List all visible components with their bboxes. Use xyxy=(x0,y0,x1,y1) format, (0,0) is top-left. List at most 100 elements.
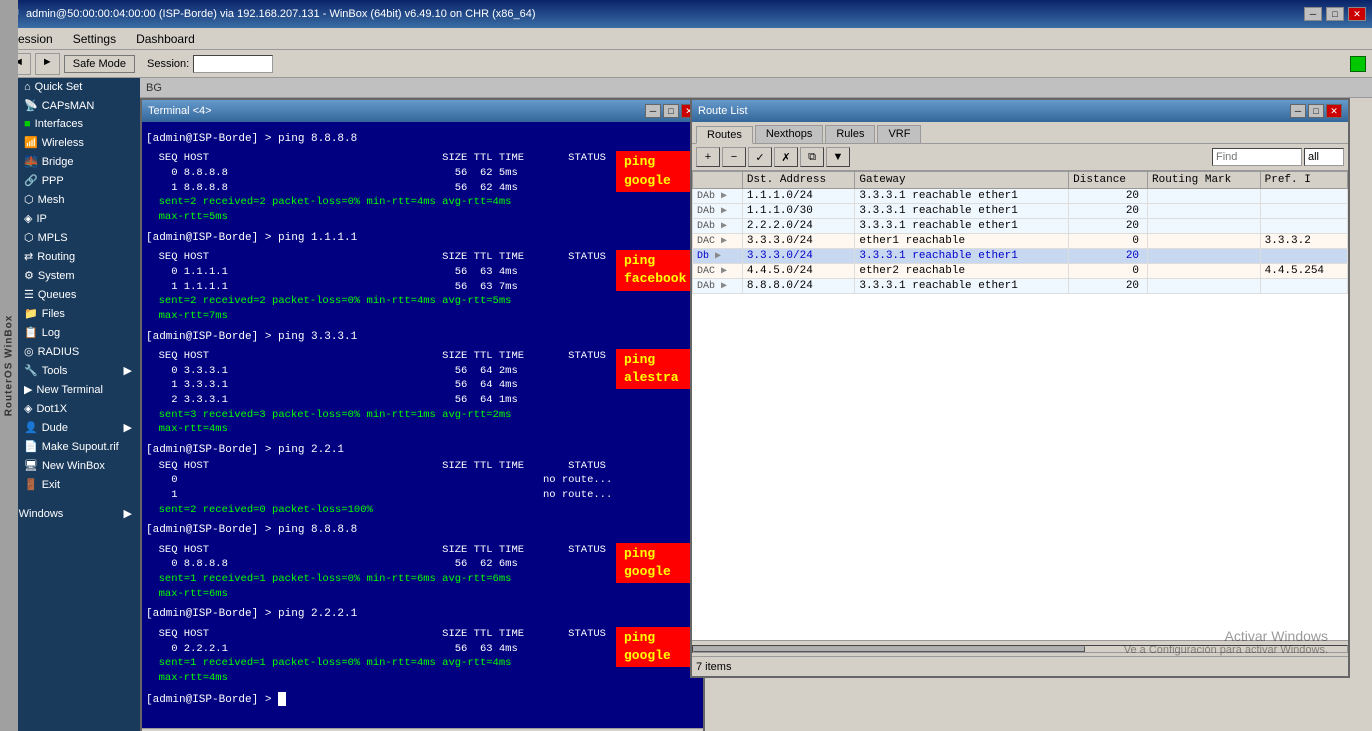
add-route-button[interactable]: + xyxy=(696,147,720,167)
route-close[interactable]: ✕ xyxy=(1326,104,1342,118)
col-routing-mark[interactable]: Routing Mark xyxy=(1148,172,1261,189)
sidebar-item-log[interactable]: 📋 Log xyxy=(0,323,140,342)
ping-cmd-4: [admin@ISP-Borde] > ping 2.2.1 xyxy=(146,443,699,458)
route-minimize[interactable]: ─ xyxy=(1290,104,1306,118)
ping-header-3: SEQ HOST SIZE TTL TIME STATUS xyxy=(146,349,606,364)
forward-button[interactable]: ► xyxy=(35,53,60,75)
ping-data-2a: 0 1.1.1.1 56 63 4ms xyxy=(146,265,606,280)
sidebar-item-system[interactable]: ⚙ System xyxy=(0,266,140,285)
cell-distance: 20 xyxy=(1069,219,1148,234)
sidebar-item-windows[interactable]: ■ Windows ▶ xyxy=(0,504,140,523)
winbox-icon: 🖥 xyxy=(24,459,38,472)
sidebar-item-routing[interactable]: ⇄ Routing xyxy=(0,247,140,266)
sidebar-item-mpls[interactable]: ⬡ MPLS xyxy=(0,228,140,247)
col-gateway[interactable]: Gateway xyxy=(855,172,1069,189)
sidebar-item-files[interactable]: 📁 Files xyxy=(0,304,140,323)
disable-route-button[interactable]: ✗ xyxy=(774,147,798,167)
supout-icon: 📄 xyxy=(24,440,38,453)
col-dst-address[interactable]: Dst. Address xyxy=(742,172,855,189)
close-button[interactable]: ✕ xyxy=(1348,7,1366,21)
ping-data-1b: 1 8.8.8.8 56 62 4ms xyxy=(146,181,606,196)
filter-button[interactable]: ▼ xyxy=(826,147,850,167)
col-distance[interactable]: Distance xyxy=(1069,172,1148,189)
sidebar-item-interfaces[interactable]: ■ Interfaces xyxy=(0,115,140,133)
sidebar-label-wireless: Wireless xyxy=(42,137,84,149)
terminal-minimize[interactable]: ─ xyxy=(645,104,661,118)
copy-route-button[interactable]: ⧉ xyxy=(800,147,824,167)
table-row[interactable]: DAb ▶ 2.2.2.0/24 3.3.3.1 reachable ether… xyxy=(693,219,1348,234)
dude-expand-icon: ▶ xyxy=(124,421,132,434)
maximize-button[interactable]: □ xyxy=(1326,7,1344,21)
table-row[interactable]: DAb ▶ 1.1.1.0/30 3.3.3.1 reachable ether… xyxy=(693,204,1348,219)
sidebar-item-bridge[interactable]: 🌉 Bridge xyxy=(0,152,140,171)
sidebar-item-capsman[interactable]: 📡 CAPsMAN xyxy=(0,96,140,115)
table-row[interactable]: DAb ▶ 8.8.8.0/24 3.3.3.1 reachable ether… xyxy=(693,279,1348,294)
sidebar-label-mesh: Mesh xyxy=(38,194,65,206)
sidebar-item-dot1x[interactable]: ◈ Dot1X xyxy=(0,399,140,418)
table-row[interactable]: DAC ▶ 4.4.5.0/24 ether2 reachable 0 4.4.… xyxy=(693,264,1348,279)
terminal-titlebar: Terminal <4> ─ □ ✕ xyxy=(142,100,703,122)
sidebar-item-wireless[interactable]: 📶 Wireless xyxy=(0,133,140,152)
minimize-button[interactable]: ─ xyxy=(1304,7,1322,21)
cell-flag: Db ▶ xyxy=(693,249,743,264)
enable-route-button[interactable]: ✓ xyxy=(748,147,772,167)
ping-header-4: SEQ HOST SIZE TTL TIME STATUS xyxy=(146,459,699,474)
cell-flag: DAb ▶ xyxy=(693,219,743,234)
wifi-icon: 📶 xyxy=(24,136,38,149)
ping-data-4b: 1 no route... xyxy=(146,488,699,503)
menu-dashboard[interactable]: Dashboard xyxy=(132,31,199,47)
tab-rules[interactable]: Rules xyxy=(825,125,875,143)
cursor xyxy=(278,692,286,706)
sidebar-item-radius[interactable]: ◎ RADIUS xyxy=(0,342,140,361)
cell-mark xyxy=(1148,204,1261,219)
sidebar-item-new-winbox[interactable]: 🖥 New WinBox xyxy=(0,456,140,475)
ping-stats-3a: sent=3 received=3 packet-loss=0% min-rtt… xyxy=(146,408,606,423)
ping-data-2b: 1 1.1.1.1 56 63 7ms xyxy=(146,280,606,295)
cell-mark xyxy=(1148,249,1261,264)
sidebar-label-capsman: CAPsMAN xyxy=(42,100,95,112)
terminal-content[interactable]: [admin@ISP-Borde] > ping 8.8.8.8 SEQ HOS… xyxy=(142,122,703,728)
horizontal-scrollbar[interactable] xyxy=(692,640,1348,656)
dot1x-icon: ◈ xyxy=(24,402,32,415)
sidebar-item-ip[interactable]: ◈ IP xyxy=(0,209,140,228)
ping-stats-6a: sent=1 received=1 packet-loss=0% min-rtt… xyxy=(146,656,606,671)
terminal-maximize[interactable]: □ xyxy=(663,104,679,118)
safe-mode-button[interactable]: Safe Mode xyxy=(64,55,135,73)
cell-dst: 3.3.3.0/24 xyxy=(742,234,855,249)
window-controls: ─ □ ✕ xyxy=(1304,7,1366,21)
ping-cmd-1: [admin@ISP-Borde] > ping 8.8.8.8 xyxy=(146,132,699,147)
tab-vrf[interactable]: VRF xyxy=(877,125,921,143)
sidebar-item-dude[interactable]: 👤 Dude ▶ xyxy=(0,418,140,437)
table-row[interactable]: DAb ▶ 1.1.1.0/24 3.3.3.1 reachable ether… xyxy=(693,189,1348,204)
sidebar-item-queues[interactable]: ☰ Queues xyxy=(0,285,140,304)
sidebar-item-tools[interactable]: 🔧 Tools ▶ xyxy=(0,361,140,380)
route-filter-input[interactable] xyxy=(1304,148,1344,166)
route-statusbar: 7 items xyxy=(692,656,1348,676)
sidebar-label-log: Log xyxy=(42,327,60,339)
sidebar-label-files: Files xyxy=(42,308,65,320)
session-input[interactable] xyxy=(193,55,273,73)
sidebar-label-dude: Dude xyxy=(42,422,68,434)
sidebar-item-new-terminal[interactable]: ▶ New Terminal xyxy=(0,380,140,399)
tab-routes[interactable]: Routes xyxy=(696,126,753,144)
sidebar-item-mesh[interactable]: ⬡ Mesh xyxy=(0,190,140,209)
sidebar-item-ppp[interactable]: 🔗 PPP xyxy=(0,171,140,190)
table-row[interactable]: Db ▶ 3.3.3.0/24 3.3.3.1 reachable ether1… xyxy=(693,249,1348,264)
table-row[interactable]: DAC ▶ 3.3.3.0/24 ether1 reachable 0 3.3.… xyxy=(693,234,1348,249)
sidebar-label-radius: RADIUS xyxy=(38,346,80,358)
route-maximize[interactable]: □ xyxy=(1308,104,1324,118)
sidebar-item-quickset[interactable]: ⌂ Quick Set xyxy=(0,78,140,96)
routeros-sidebar-strip: RouterOS WinBox xyxy=(0,0,18,731)
title-bar: 🖥 admin@50:00:00:04:00:00 (ISP-Borde) vi… xyxy=(0,0,1372,28)
cell-mark xyxy=(1148,189,1261,204)
menu-settings[interactable]: Settings xyxy=(69,31,120,47)
route-search-input[interactable] xyxy=(1212,148,1302,166)
remove-route-button[interactable]: − xyxy=(722,147,746,167)
col-pref[interactable]: Pref. I xyxy=(1260,172,1347,189)
sidebar-label-bridge: Bridge xyxy=(42,156,74,168)
sidebar-item-supout[interactable]: 📄 Make Supout.rif xyxy=(0,437,140,456)
radius-icon: ◎ xyxy=(24,345,34,358)
sidebar-item-exit[interactable]: 🚪 Exit xyxy=(0,475,140,494)
tab-nexthops[interactable]: Nexthops xyxy=(755,125,823,143)
route-list-window: Route List ─ □ ✕ Routes Nexthops Rules V… xyxy=(690,98,1350,678)
